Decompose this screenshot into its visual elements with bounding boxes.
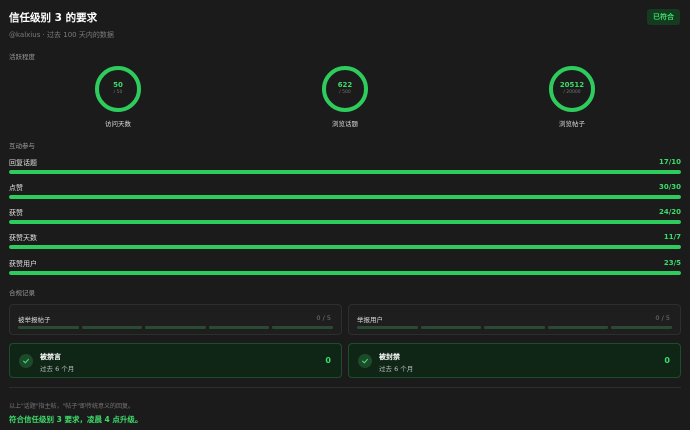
card-count: 0 / 5 [316, 314, 331, 322]
bar-replies: 回复话题 17/10 [9, 158, 681, 178]
status-badge: 已符合 [647, 9, 680, 25]
ring-value: 622 [337, 81, 353, 90]
progress-fill [9, 245, 681, 249]
check-icon [19, 354, 33, 368]
segment-bar [18, 326, 333, 329]
progress-fill [9, 170, 681, 174]
summary-text: 符合信任级别 3 要求，凌晨 4 点升级。 [9, 415, 143, 424]
status-subtitle: 过去 6 个月 [379, 365, 414, 373]
progress-ring: 50 / 50 [95, 66, 141, 112]
card-label: 举报用户 [357, 316, 383, 324]
bar-label: 获赞 [9, 209, 23, 217]
progress-track [9, 220, 681, 224]
ring-value: 50 [113, 81, 123, 90]
segment [357, 326, 418, 329]
suspended-card: 被封禁 过去 6 个月 0 [348, 343, 681, 378]
footnote: 以上"话题"指主帖，"帖子"即传统意义的回复。 [9, 403, 135, 410]
status-value: 0 [325, 356, 331, 365]
card-count: 0 / 5 [655, 314, 670, 322]
reported-users-card: 举报用户 0 / 5 [348, 304, 681, 335]
progress-ring: 20512 / 20000 [549, 66, 595, 112]
bar-liked-users: 获赞用户 23/5 [9, 259, 681, 279]
status-title: 被禁言 [40, 353, 61, 361]
card-label: 被举报帖子 [18, 316, 51, 324]
ring-topics-viewed: 622 / 500 浏览话题 [305, 66, 385, 128]
segment [208, 326, 270, 329]
segment [81, 326, 143, 329]
segment [145, 326, 206, 329]
progress-fill [9, 195, 681, 199]
progress-fill [9, 220, 681, 224]
status-subtitle: 过去 6 个月 [40, 365, 75, 373]
reported-posts-card: 被举报帖子 0 / 5 [9, 304, 342, 335]
interaction-section-label: 互动参与 [9, 142, 35, 150]
segment [484, 326, 545, 329]
bar-liked-days: 获赞天数 11/7 [9, 233, 681, 253]
silenced-card: 被禁言 过去 6 个月 0 [9, 343, 342, 378]
progress-track [9, 195, 681, 199]
segment [420, 326, 482, 329]
ring-label: 浏览话题 [332, 120, 358, 128]
ring-target: / 20000 [563, 90, 581, 96]
segment [272, 326, 333, 329]
bar-likes-received: 获赞 24/20 [9, 208, 681, 228]
compliance-section-label: 合规记录 [9, 289, 35, 297]
ring-label: 浏览帖子 [559, 120, 585, 128]
bar-label: 获赞天数 [9, 234, 37, 242]
ring-visit-days: 50 / 50 访问天数 [78, 66, 158, 128]
bar-value: 24/20 [658, 208, 681, 216]
activity-section-label: 活跃程度 [9, 53, 35, 61]
subtitle: @kalxius · 过去 100 天内的数据 [9, 31, 114, 39]
ring-target: / 500 [339, 90, 351, 96]
bar-label: 回复话题 [9, 159, 37, 167]
bar-likes-given: 点赞 30/30 [9, 183, 681, 203]
segment [611, 326, 672, 329]
segment [547, 326, 609, 329]
bar-value: 11/7 [663, 233, 681, 241]
header: 信任级别 3 的要求 已符合 [9, 9, 680, 25]
check-icon [358, 354, 372, 368]
page-title: 信任级别 3 的要求 [9, 12, 98, 24]
bar-value: 30/30 [658, 183, 681, 191]
progress-track [9, 245, 681, 249]
progress-track [9, 170, 681, 174]
segment [18, 326, 79, 329]
status-title: 被封禁 [379, 353, 400, 361]
divider [9, 387, 681, 388]
status-value: 0 [664, 356, 670, 365]
bar-label: 获赞用户 [9, 260, 37, 268]
bar-value: 23/5 [663, 259, 681, 267]
progress-track [9, 271, 681, 275]
ring-target: / 50 [113, 90, 123, 96]
bar-value: 17/10 [658, 158, 681, 166]
progress-fill [9, 271, 681, 275]
ring-posts-viewed: 20512 / 20000 浏览帖子 [532, 66, 612, 128]
progress-ring: 622 / 500 [322, 66, 368, 112]
ring-value: 20512 [559, 81, 585, 90]
ring-label: 访问天数 [105, 120, 131, 128]
segment-bar [357, 326, 672, 329]
bar-label: 点赞 [9, 184, 23, 192]
